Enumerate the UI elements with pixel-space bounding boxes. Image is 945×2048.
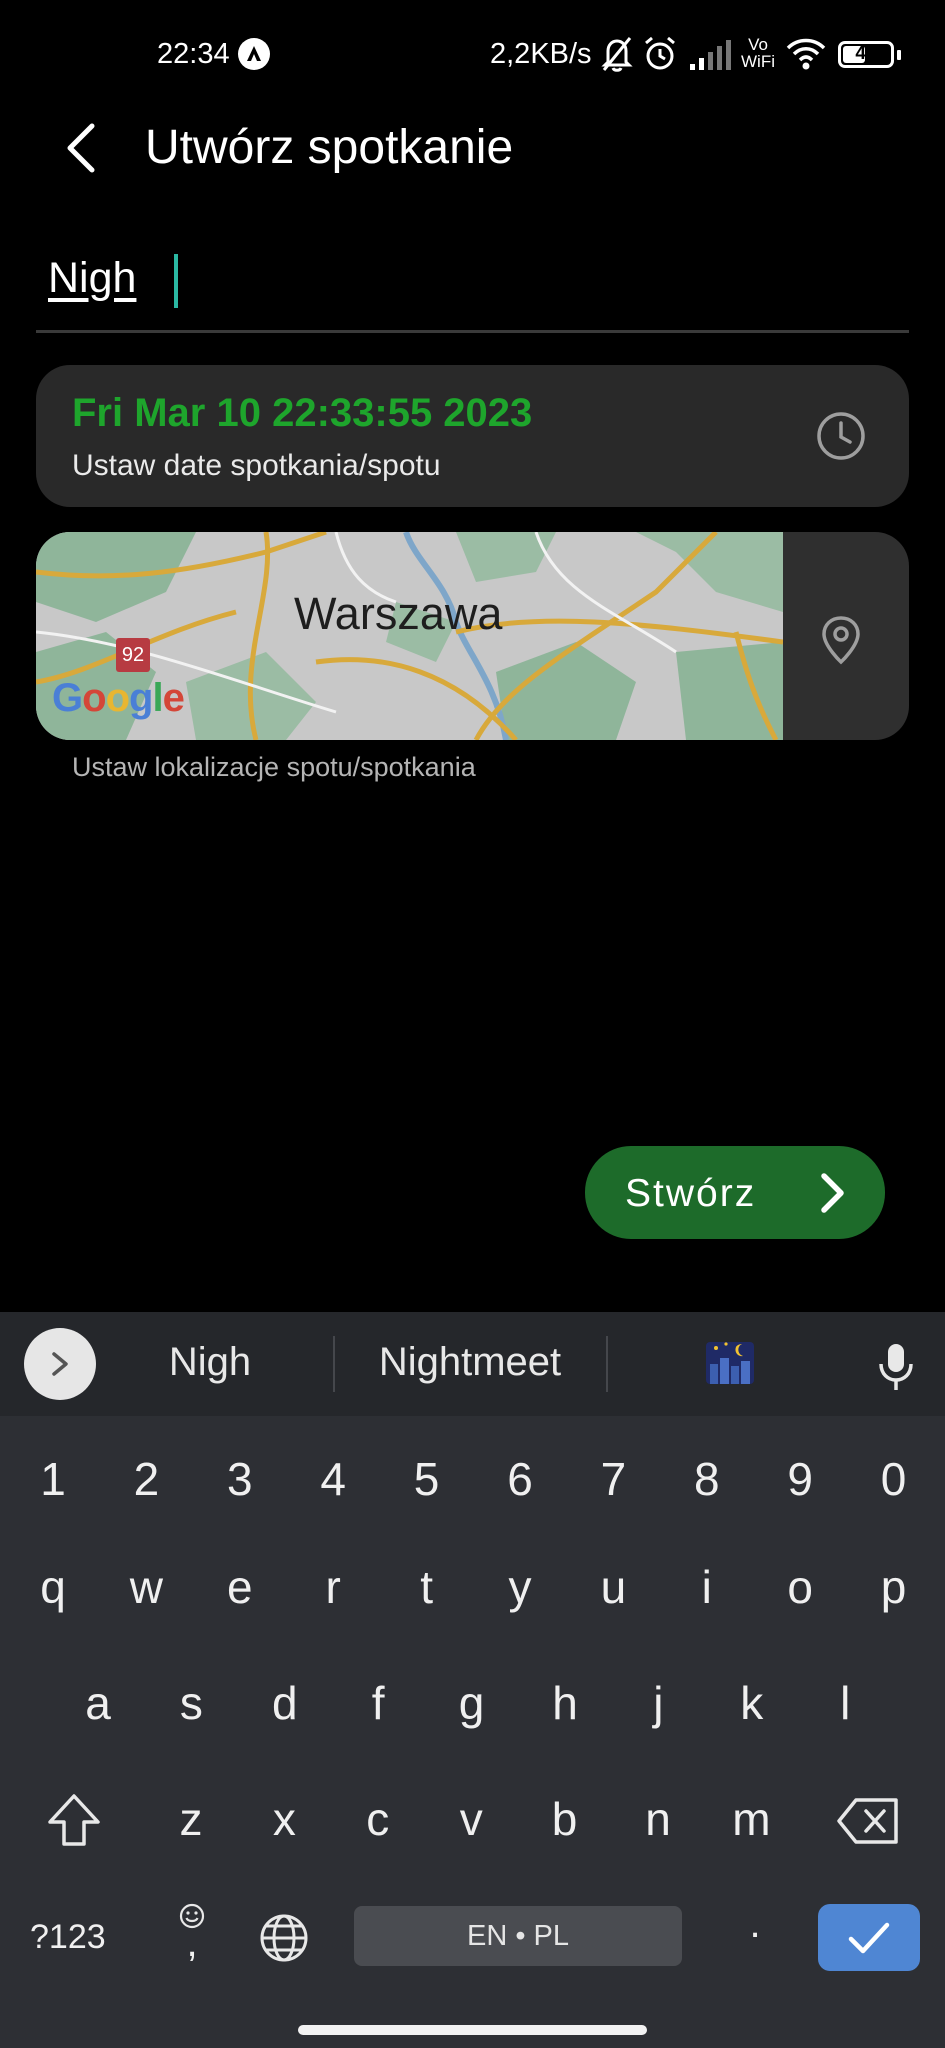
key-n[interactable]: n — [618, 1774, 698, 1864]
key-z[interactable]: z — [151, 1774, 231, 1864]
battery-nub — [897, 50, 901, 60]
suggestion-divider — [606, 1336, 608, 1392]
chevron-right-icon — [821, 1173, 844, 1213]
microphone-icon[interactable] — [876, 1342, 916, 1392]
key-3[interactable]: 3 — [200, 1434, 280, 1524]
key-h[interactable]: h — [525, 1658, 605, 1748]
key-j[interactable]: j — [618, 1658, 698, 1748]
location-picker-card[interactable]: Warszawa 92 Google — [36, 532, 909, 740]
period-key[interactable]: . — [740, 1902, 770, 1947]
key-p[interactable]: p — [854, 1542, 934, 1632]
chevron-right-icon — [52, 1352, 68, 1376]
key-6[interactable]: 6 — [480, 1434, 560, 1524]
key-l[interactable]: l — [805, 1658, 885, 1748]
vowifi-icon: Vo WiFi — [741, 35, 775, 71]
status-bar: 22:34 2,2KB/s Vo WiFi 47 — [0, 0, 945, 110]
date-picker-card[interactable]: Fri Mar 10 22:33:55 2023 Ustaw date spot… — [36, 365, 909, 507]
key-o[interactable]: o — [760, 1542, 840, 1632]
text-caret — [174, 254, 178, 308]
selected-date: Fri Mar 10 22:33:55 2023 — [72, 391, 533, 435]
clock-icon — [817, 412, 865, 460]
suggestion-divider — [333, 1336, 335, 1392]
key-x[interactable]: x — [244, 1774, 324, 1864]
alarm-icon — [645, 36, 675, 70]
key-1[interactable]: 1 — [13, 1434, 93, 1524]
space-key[interactable]: EN • PL — [354, 1906, 682, 1966]
network-speed: 2,2KB/s — [490, 38, 592, 70]
key-m[interactable]: m — [711, 1774, 791, 1864]
key-9[interactable]: 9 — [760, 1434, 840, 1524]
key-y[interactable]: y — [480, 1542, 560, 1632]
key-7[interactable]: 7 — [573, 1434, 653, 1524]
enter-key[interactable] — [818, 1904, 920, 1971]
on-screen-keyboard: Nigh Nightmeet 1234567890 qwertyuiop asd… — [0, 1312, 945, 2048]
back-arrow-icon — [67, 123, 95, 173]
map-road-badge: 92 — [116, 638, 150, 672]
page-title: Utwórz spotkanie — [145, 121, 514, 174]
key-8[interactable]: 8 — [667, 1434, 747, 1524]
key-a[interactable]: a — [58, 1658, 138, 1748]
comma-label: , — [186, 1921, 198, 1965]
back-button[interactable] — [50, 115, 110, 181]
key-t[interactable]: t — [387, 1542, 467, 1632]
backspace-key[interactable] — [836, 1796, 900, 1846]
key-r[interactable]: r — [293, 1542, 373, 1632]
suggestion-bar: Nigh Nightmeet — [0, 1312, 945, 1416]
key-c[interactable]: c — [338, 1774, 418, 1864]
checkmark-icon — [848, 1922, 890, 1954]
globe-icon[interactable] — [258, 1912, 310, 1964]
key-u[interactable]: u — [573, 1542, 653, 1632]
bell-off-icon — [601, 37, 633, 72]
key-f[interactable]: f — [338, 1658, 418, 1748]
app-notification-icon — [238, 38, 270, 70]
create-button[interactable]: Stwórz — [585, 1146, 885, 1239]
map-city-label: Warszawa — [294, 588, 503, 639]
key-w[interactable]: w — [106, 1542, 186, 1632]
suggestion-item[interactable]: Nightmeet — [350, 1340, 590, 1385]
key-d[interactable]: d — [245, 1658, 325, 1748]
home-indicator[interactable] — [298, 2025, 647, 2035]
emoji-comma-key[interactable]: , — [172, 1902, 212, 1965]
battery-level: 47 — [855, 43, 877, 64]
key-v[interactable]: v — [431, 1774, 511, 1864]
expand-toolbar-button[interactable] — [24, 1328, 96, 1400]
signal-icon — [690, 40, 731, 70]
shift-key[interactable] — [44, 1790, 104, 1850]
create-button-label: Stwórz — [625, 1172, 757, 1215]
key-0[interactable]: 0 — [854, 1434, 934, 1524]
key-s[interactable]: s — [151, 1658, 231, 1748]
date-label: Ustaw date spotkania/spotu — [72, 449, 441, 482]
location-label: Ustaw lokalizacje spotu/spotkania — [72, 752, 476, 782]
suggestion-item[interactable]: Nigh — [135, 1340, 285, 1385]
key-i[interactable]: i — [667, 1542, 747, 1632]
symbols-key[interactable]: ?123 — [30, 1918, 106, 1957]
key-k[interactable]: k — [712, 1658, 792, 1748]
meeting-name-value: Nigh — [48, 254, 137, 302]
meeting-name-input[interactable]: Nigh — [36, 240, 909, 333]
wifi-icon — [786, 38, 826, 70]
key-5[interactable]: 5 — [387, 1434, 467, 1524]
key-q[interactable]: q — [13, 1542, 93, 1632]
google-logo: Google — [52, 676, 185, 720]
key-4[interactable]: 4 — [293, 1434, 373, 1524]
location-pin-icon — [822, 616, 860, 665]
battery-icon: 47 — [838, 41, 894, 68]
key-2[interactable]: 2 — [106, 1434, 186, 1524]
night-city-emoji[interactable] — [704, 1336, 756, 1386]
key-e[interactable]: e — [200, 1542, 280, 1632]
status-time: 22:34 — [157, 38, 230, 70]
key-g[interactable]: g — [432, 1658, 512, 1748]
key-b[interactable]: b — [525, 1774, 605, 1864]
